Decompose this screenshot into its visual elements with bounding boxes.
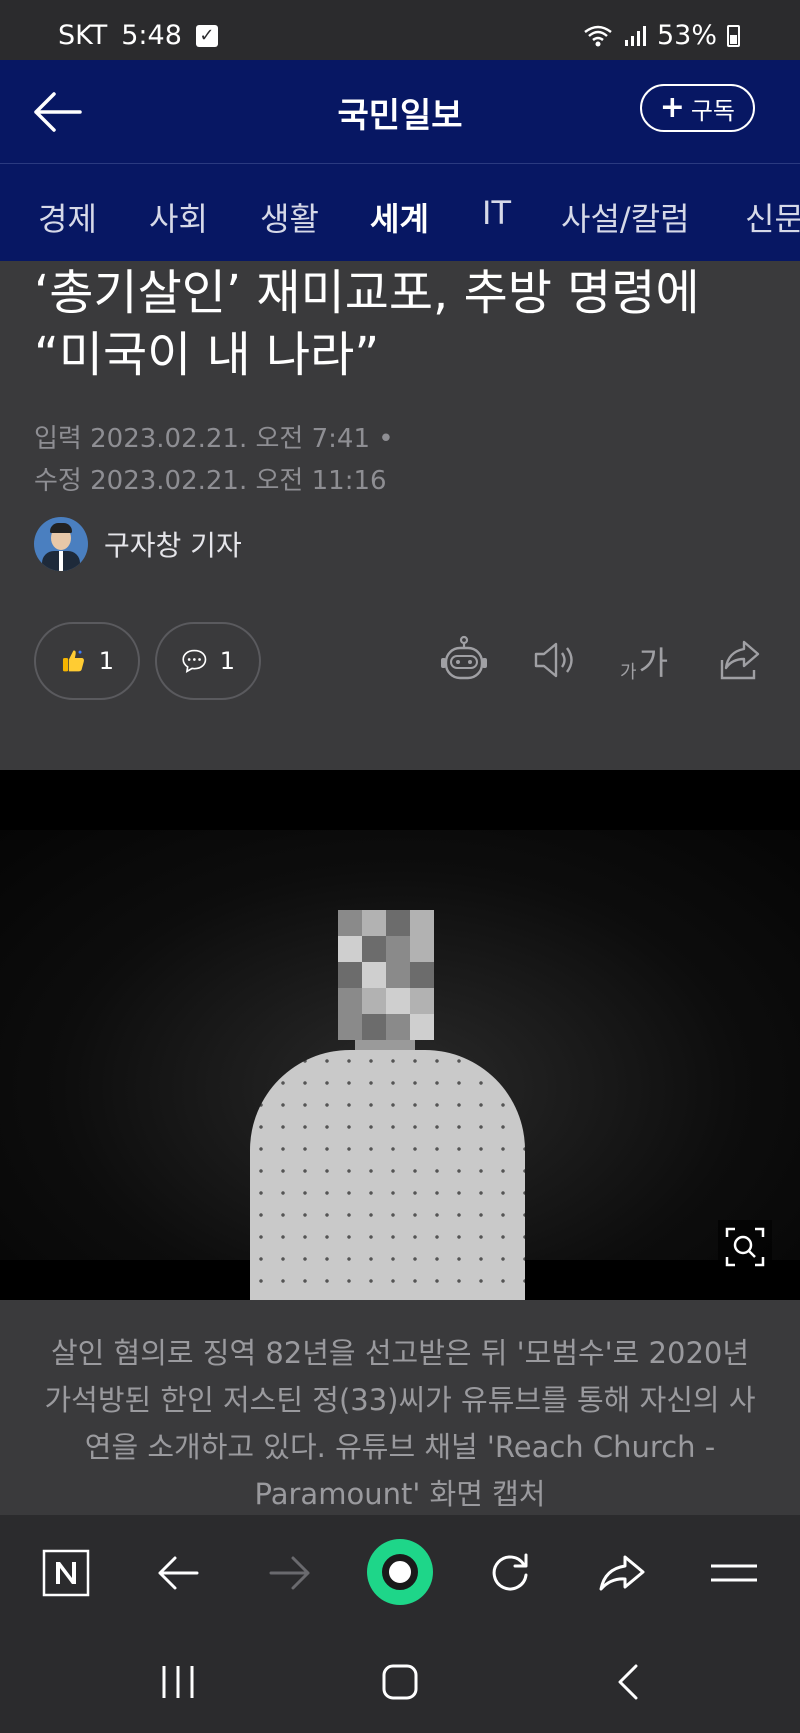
check-icon: ✓: [195, 24, 218, 47]
input-date-row: 입력 2023.02.21. 오전 7:41 •: [34, 418, 394, 455]
clock: 5:48: [121, 20, 182, 51]
battery-percent: 53%: [656, 20, 717, 51]
photo-zoom-button[interactable]: [718, 1220, 772, 1274]
modified-label: 수정: [34, 466, 82, 496]
pixelated-face: [338, 910, 434, 1040]
reporter-link[interactable]: 구자창 기자: [34, 517, 242, 571]
article-headline: ‘총기살인’ 재미교포, 추방 명령에 “미국이 내 나라”: [34, 265, 700, 383]
browser-forward-button[interactable]: [262, 1545, 318, 1601]
browser-toolbar: [0, 1515, 800, 1630]
system-navigation-bar: [0, 1630, 800, 1733]
modified-date: 2023.02.21. 오전 11:16: [90, 466, 387, 496]
photo-caption: 살인 혐의로 징역 82년을 선고받은 뒤 '모범수'로 2020년 가석방된 …: [44, 1336, 756, 1511]
tab-newspaper[interactable]: 신문: [745, 194, 800, 240]
comment-button[interactable]: 1: [155, 622, 261, 700]
tab-it[interactable]: IT: [482, 194, 511, 232]
tab-society[interactable]: 사회: [149, 194, 208, 240]
speaker-icon[interactable]: [528, 634, 580, 686]
input-date: 2023.02.21. 오전 7:41: [90, 424, 370, 454]
status-bar: SKT 5:48 ✓ 53%: [0, 0, 800, 60]
share-icon[interactable]: [714, 634, 766, 686]
tab-editorial[interactable]: 사설/칼럼: [561, 194, 690, 240]
comment-icon: [182, 649, 207, 673]
thumbs-up-icon: [62, 650, 84, 672]
subscribe-button[interactable]: + 구독: [639, 84, 755, 132]
person-shirt: [250, 1050, 525, 1300]
category-tab-bar: 경제 사회 생활 세계 IT 사설/칼럼 신문: [0, 163, 800, 261]
zoom-icon: [725, 1227, 765, 1267]
avatar: [34, 517, 88, 571]
like-button[interactable]: 1: [34, 622, 140, 700]
system-back-icon[interactable]: [610, 1662, 650, 1702]
robot-icon[interactable]: [438, 634, 490, 686]
comment-count: 1: [219, 647, 235, 675]
like-count: 1: [98, 647, 114, 675]
tab-economy[interactable]: 경제: [38, 194, 97, 240]
signal-icon: [624, 25, 646, 46]
photo-scene: [0, 830, 800, 1300]
refresh-button[interactable]: [482, 1545, 538, 1601]
wifi-icon: [584, 25, 612, 46]
browser-share-button[interactable]: [594, 1545, 650, 1601]
reporter-name: 구자창 기자: [104, 529, 242, 562]
modified-date-row: 수정 2023.02.21. 오전 11:16: [34, 460, 387, 497]
naver-button[interactable]: [38, 1545, 94, 1601]
naver-icon: [42, 1549, 90, 1597]
input-label: 입력: [34, 424, 82, 454]
tab-life[interactable]: 생활: [260, 194, 319, 240]
browser-back-button[interactable]: [150, 1545, 206, 1601]
green-home-icon[interactable]: [367, 1539, 433, 1605]
app-header: 국민일보 + 구독: [0, 60, 800, 163]
browser-share-icon: [599, 1555, 645, 1591]
refresh-icon: [492, 1553, 528, 1591]
browser-forward-icon: [269, 1556, 310, 1590]
article-photo[interactable]: [0, 770, 800, 1300]
browser-back-icon: [158, 1556, 199, 1590]
plus-icon: +: [659, 90, 685, 125]
menu-icon: [711, 1564, 757, 1582]
tab-world[interactable]: 세계: [370, 194, 429, 240]
font-big-label: 가: [638, 644, 669, 682]
font-small-label: 가: [620, 662, 637, 683]
separator-dot: •: [378, 424, 394, 454]
battery-icon: [727, 24, 740, 47]
menu-button[interactable]: [706, 1545, 762, 1601]
system-home-icon[interactable]: [380, 1662, 420, 1702]
recent-apps-icon[interactable]: [158, 1662, 198, 1702]
font-size-icon[interactable]: 가 가: [620, 638, 668, 684]
subscribe-label: 구독: [690, 96, 735, 125]
carrier-label: SKT: [58, 20, 108, 51]
